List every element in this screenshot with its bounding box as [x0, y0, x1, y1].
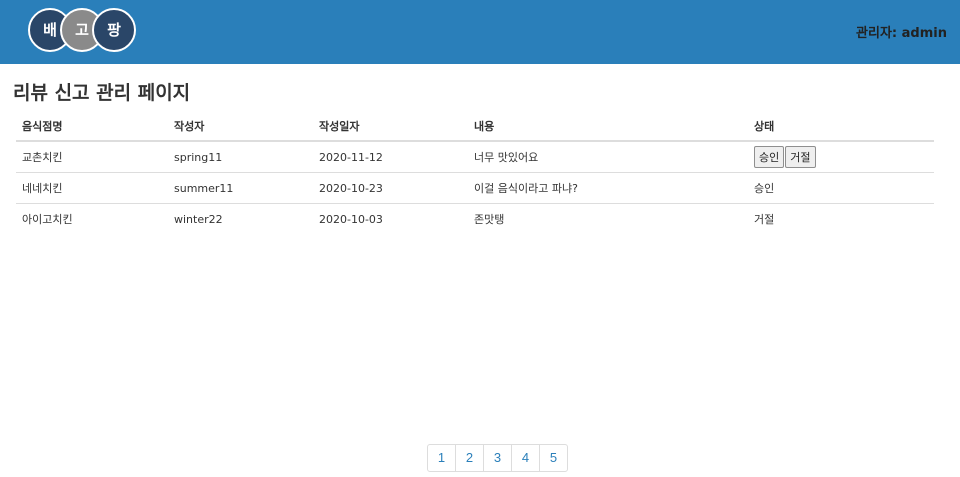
column-header-date: 작성일자 [313, 112, 468, 142]
cell-date: 2020-10-03 [319, 212, 383, 226]
cell-content: 이걸 음식이라고 파냐? [468, 172, 748, 204]
logo-char-3: 팡 [92, 8, 136, 52]
table-header-row: 음식점명 작성자 작성일자 내용 상태 [16, 112, 934, 142]
column-header-restaurant: 음식점명 [16, 112, 168, 142]
report-table: 음식점명 작성자 작성일자 내용 상태 교촌치킨 spring11 2020-1… [16, 112, 934, 234]
cell-content: 존맛탱 [474, 213, 505, 226]
page-link-3[interactable]: 3 [483, 445, 511, 471]
cell-author: spring11 [168, 141, 313, 173]
cell-restaurant: 교촌치킨 [16, 141, 168, 173]
cell-status: 거절 [754, 213, 775, 226]
cell-date: 2020-10-23 [313, 172, 468, 204]
page-title: 리뷰 신고 관리 페이지 [13, 82, 191, 104]
page-link-1[interactable]: 1 [428, 445, 455, 471]
cell-status: 승인 [748, 172, 934, 204]
page-link-4[interactable]: 4 [511, 445, 539, 471]
page-link-2[interactable]: 2 [455, 445, 483, 471]
page-link-5[interactable]: 5 [539, 445, 567, 471]
approve-button[interactable]: 승인 [754, 146, 785, 168]
cell-restaurant: 네네치킨 [16, 172, 168, 204]
pagination: 1 2 3 4 5 [427, 444, 568, 472]
cell-content: 너무 맛있어요 [468, 141, 748, 173]
admin-label: 관리자: admin [856, 26, 947, 41]
column-header-content: 내용 [468, 112, 748, 142]
cell-date: 2020-11-12 [313, 141, 468, 173]
top-header: 배 고 팡 관리자: admin [0, 0, 960, 64]
table-row: 교촌치킨 spring11 2020-11-12 너무 맛있어요 승인 거절 [16, 141, 934, 173]
column-header-author: 작성자 [168, 112, 313, 142]
reject-button[interactable]: 거절 [785, 146, 816, 168]
cell-status-actions: 승인 거절 [748, 141, 934, 173]
table-row: 아이고치킨 winter22 2020-10-03 존맛탱 거절 [16, 204, 934, 235]
logo[interactable]: 배 고 팡 [28, 8, 140, 52]
cell-author: winter22 [174, 212, 223, 226]
cell-restaurant: 아이고치킨 [22, 213, 73, 226]
table-row: 네네치킨 summer11 2020-10-23 이걸 음식이라고 파냐? 승인 [16, 172, 934, 204]
column-header-status: 상태 [748, 112, 934, 142]
cell-author: summer11 [168, 172, 313, 204]
